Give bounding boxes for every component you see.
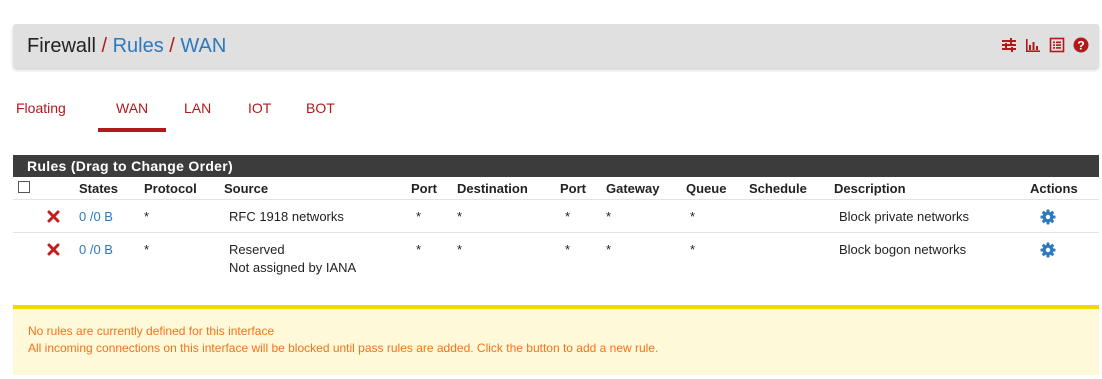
tab-floating[interactable]: Floating <box>16 100 66 116</box>
active-tab-indicator <box>98 128 166 132</box>
source-value: Reserved <box>229 242 285 257</box>
destination-value: * <box>457 242 463 257</box>
destination-value: * <box>457 209 463 224</box>
tab-bot[interactable]: BOT <box>306 100 335 116</box>
gear-icon[interactable] <box>1040 209 1056 225</box>
sliders-icon[interactable] <box>1001 37 1017 53</box>
col-destination: Destination <box>457 180 528 196</box>
help-icon[interactable]: ? <box>1073 37 1089 53</box>
breadcrumb-rules-link[interactable]: Rules <box>113 35 164 57</box>
notice-line-1: No rules are currently defined for this … <box>28 324 275 338</box>
col-protocol: Protocol <box>144 180 197 196</box>
gateway-value: * <box>606 242 612 257</box>
block-icon <box>47 243 60 256</box>
breadcrumb: Firewall / Rules / WAN <box>27 34 226 58</box>
col-actions: Actions <box>1030 180 1078 196</box>
tab-lan[interactable]: LAN <box>184 100 211 116</box>
col-port-dest: Port <box>560 180 586 196</box>
gateway-value: * <box>606 209 612 224</box>
panel-title: Rules (Drag to Change Order) <box>13 155 1099 177</box>
queue-value: * <box>690 209 696 224</box>
no-rules-notice: No rules are currently defined for this … <box>13 309 1099 375</box>
col-port: Port <box>411 180 437 196</box>
svg-text:?: ? <box>1077 38 1084 52</box>
col-description: Description <box>834 180 906 196</box>
breadcrumb-firewall: Firewall <box>27 35 96 57</box>
breadcrumb-separator: / <box>169 35 175 57</box>
page-header: Firewall / Rules / WAN ? <box>13 24 1099 68</box>
source-value: RFC 1918 networks <box>229 209 344 224</box>
rules-table: States Protocol Source Port Destination … <box>13 177 1099 283</box>
protocol-value: * <box>144 242 150 257</box>
dest-port-value: * <box>565 209 571 224</box>
col-schedule: Schedule <box>749 180 807 196</box>
table-row[interactable]: 0 /0 B * Reserved Not assigned by IANA *… <box>13 232 1099 283</box>
breadcrumb-separator: / <box>101 35 108 57</box>
port-value: * <box>416 242 422 257</box>
bar-chart-icon[interactable] <box>1025 37 1041 53</box>
description-value: Block bogon networks <box>839 242 967 257</box>
breadcrumb-wan-link[interactable]: WAN <box>180 35 226 57</box>
description-value: Block private networks <box>839 209 970 224</box>
notice-line-2: All incoming connections on this interfa… <box>28 341 659 355</box>
source-subtext: Not assigned by IANA <box>229 260 357 275</box>
col-queue: Queue <box>686 180 727 196</box>
select-all-cell <box>13 177 47 200</box>
queue-value: * <box>690 242 696 257</box>
tab-wan[interactable]: WAN <box>116 100 148 116</box>
table-row[interactable]: 0 /0 B * RFC 1918 networks * * * * * Blo… <box>13 199 1099 233</box>
block-icon <box>47 210 60 223</box>
tab-iot[interactable]: IOT <box>248 100 271 116</box>
list-icon[interactable] <box>1049 37 1065 53</box>
col-states: States <box>79 180 119 196</box>
col-gateway: Gateway <box>606 180 660 196</box>
table-header-row: States Protocol Source Port Destination … <box>13 177 1099 200</box>
states-link[interactable]: 0 /0 B <box>79 242 113 257</box>
dest-port-value: * <box>565 242 571 257</box>
states-link[interactable]: 0 /0 B <box>79 209 113 224</box>
gear-icon[interactable] <box>1040 242 1056 258</box>
port-value: * <box>416 209 422 224</box>
col-source: Source <box>224 180 269 196</box>
protocol-value: * <box>144 209 150 224</box>
rules-panel: Rules (Drag to Change Order) States Prot… <box>13 155 1099 283</box>
select-all-checkbox[interactable] <box>18 180 30 193</box>
